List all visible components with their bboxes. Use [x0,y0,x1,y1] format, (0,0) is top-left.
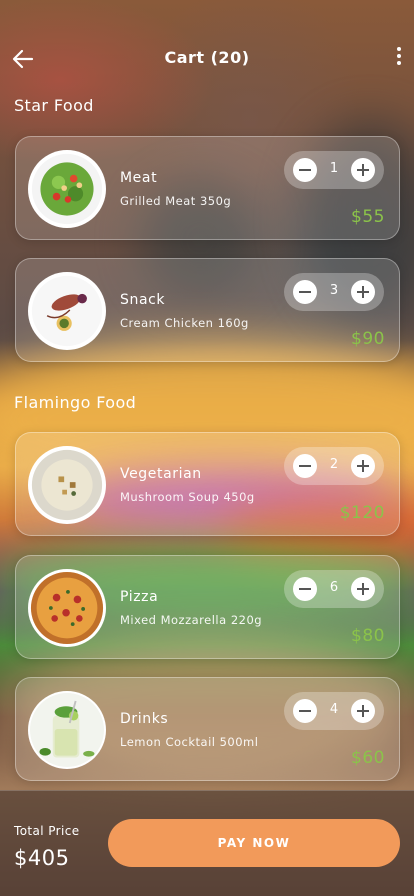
cart-item-card: Vegetarian Mushroom Soup 450g 2 $120 [15,432,400,536]
item-description: Lemon Cocktail 500ml [120,735,259,749]
quantity-stepper: 4 [284,692,384,730]
item-name: Pizza [120,589,159,605]
plus-icon[interactable] [351,158,375,182]
plus-icon[interactable] [351,280,375,304]
quantity-stepper: 1 [284,151,384,189]
item-name: Meat [120,170,158,186]
soup-bowl-icon [28,446,106,524]
cart-item-card: Drinks Lemon Cocktail 500ml 4 $60 [15,677,400,781]
cocktail-glass-icon [28,691,106,769]
total-price-value: $405 [14,846,70,870]
pizza-icon [28,569,106,647]
item-description: Cream Chicken 160g [120,316,249,330]
cart-item-card: Pizza Mixed Mozzarella 220g 6 $80 [15,555,400,659]
item-description: Mushroom Soup 450g [120,490,255,504]
item-price: $60 [351,748,385,768]
plus-icon[interactable] [351,577,375,601]
section-title-star-food: Star Food [14,96,94,115]
item-price: $80 [351,626,385,646]
cart-item-card: Meat Grilled Meat 350g 1 $55 [15,136,400,240]
item-name: Vegetarian [120,466,202,482]
salad-plate-icon [28,150,106,228]
cart-item-card: Snack Cream Chicken 160g 3 $90 [15,258,400,362]
plus-icon[interactable] [351,454,375,478]
quantity-stepper: 2 [284,447,384,485]
item-price: $55 [351,207,385,227]
item-description: Grilled Meat 350g [120,194,232,208]
quantity-stepper: 6 [284,570,384,608]
plus-icon[interactable] [351,699,375,723]
quantity-stepper: 3 [284,273,384,311]
item-name: Drinks [120,711,169,727]
item-price: $90 [351,329,385,349]
item-description: Mixed Mozzarella 220g [120,613,263,627]
item-name: Snack [120,292,166,308]
checkout-bar: Total Price $405 PAY NOW [0,790,414,896]
page-title: Cart (20) [164,48,250,67]
section-title-flamingo-food: Flamingo Food [14,393,137,412]
total-price-label: Total Price [14,824,80,838]
app-header: Cart (20) [0,40,414,76]
chicken-plate-icon [28,272,106,350]
more-vertical-icon[interactable] [394,47,404,69]
item-price: $120 [339,503,385,523]
pay-now-button[interactable]: PAY NOW [108,819,400,867]
